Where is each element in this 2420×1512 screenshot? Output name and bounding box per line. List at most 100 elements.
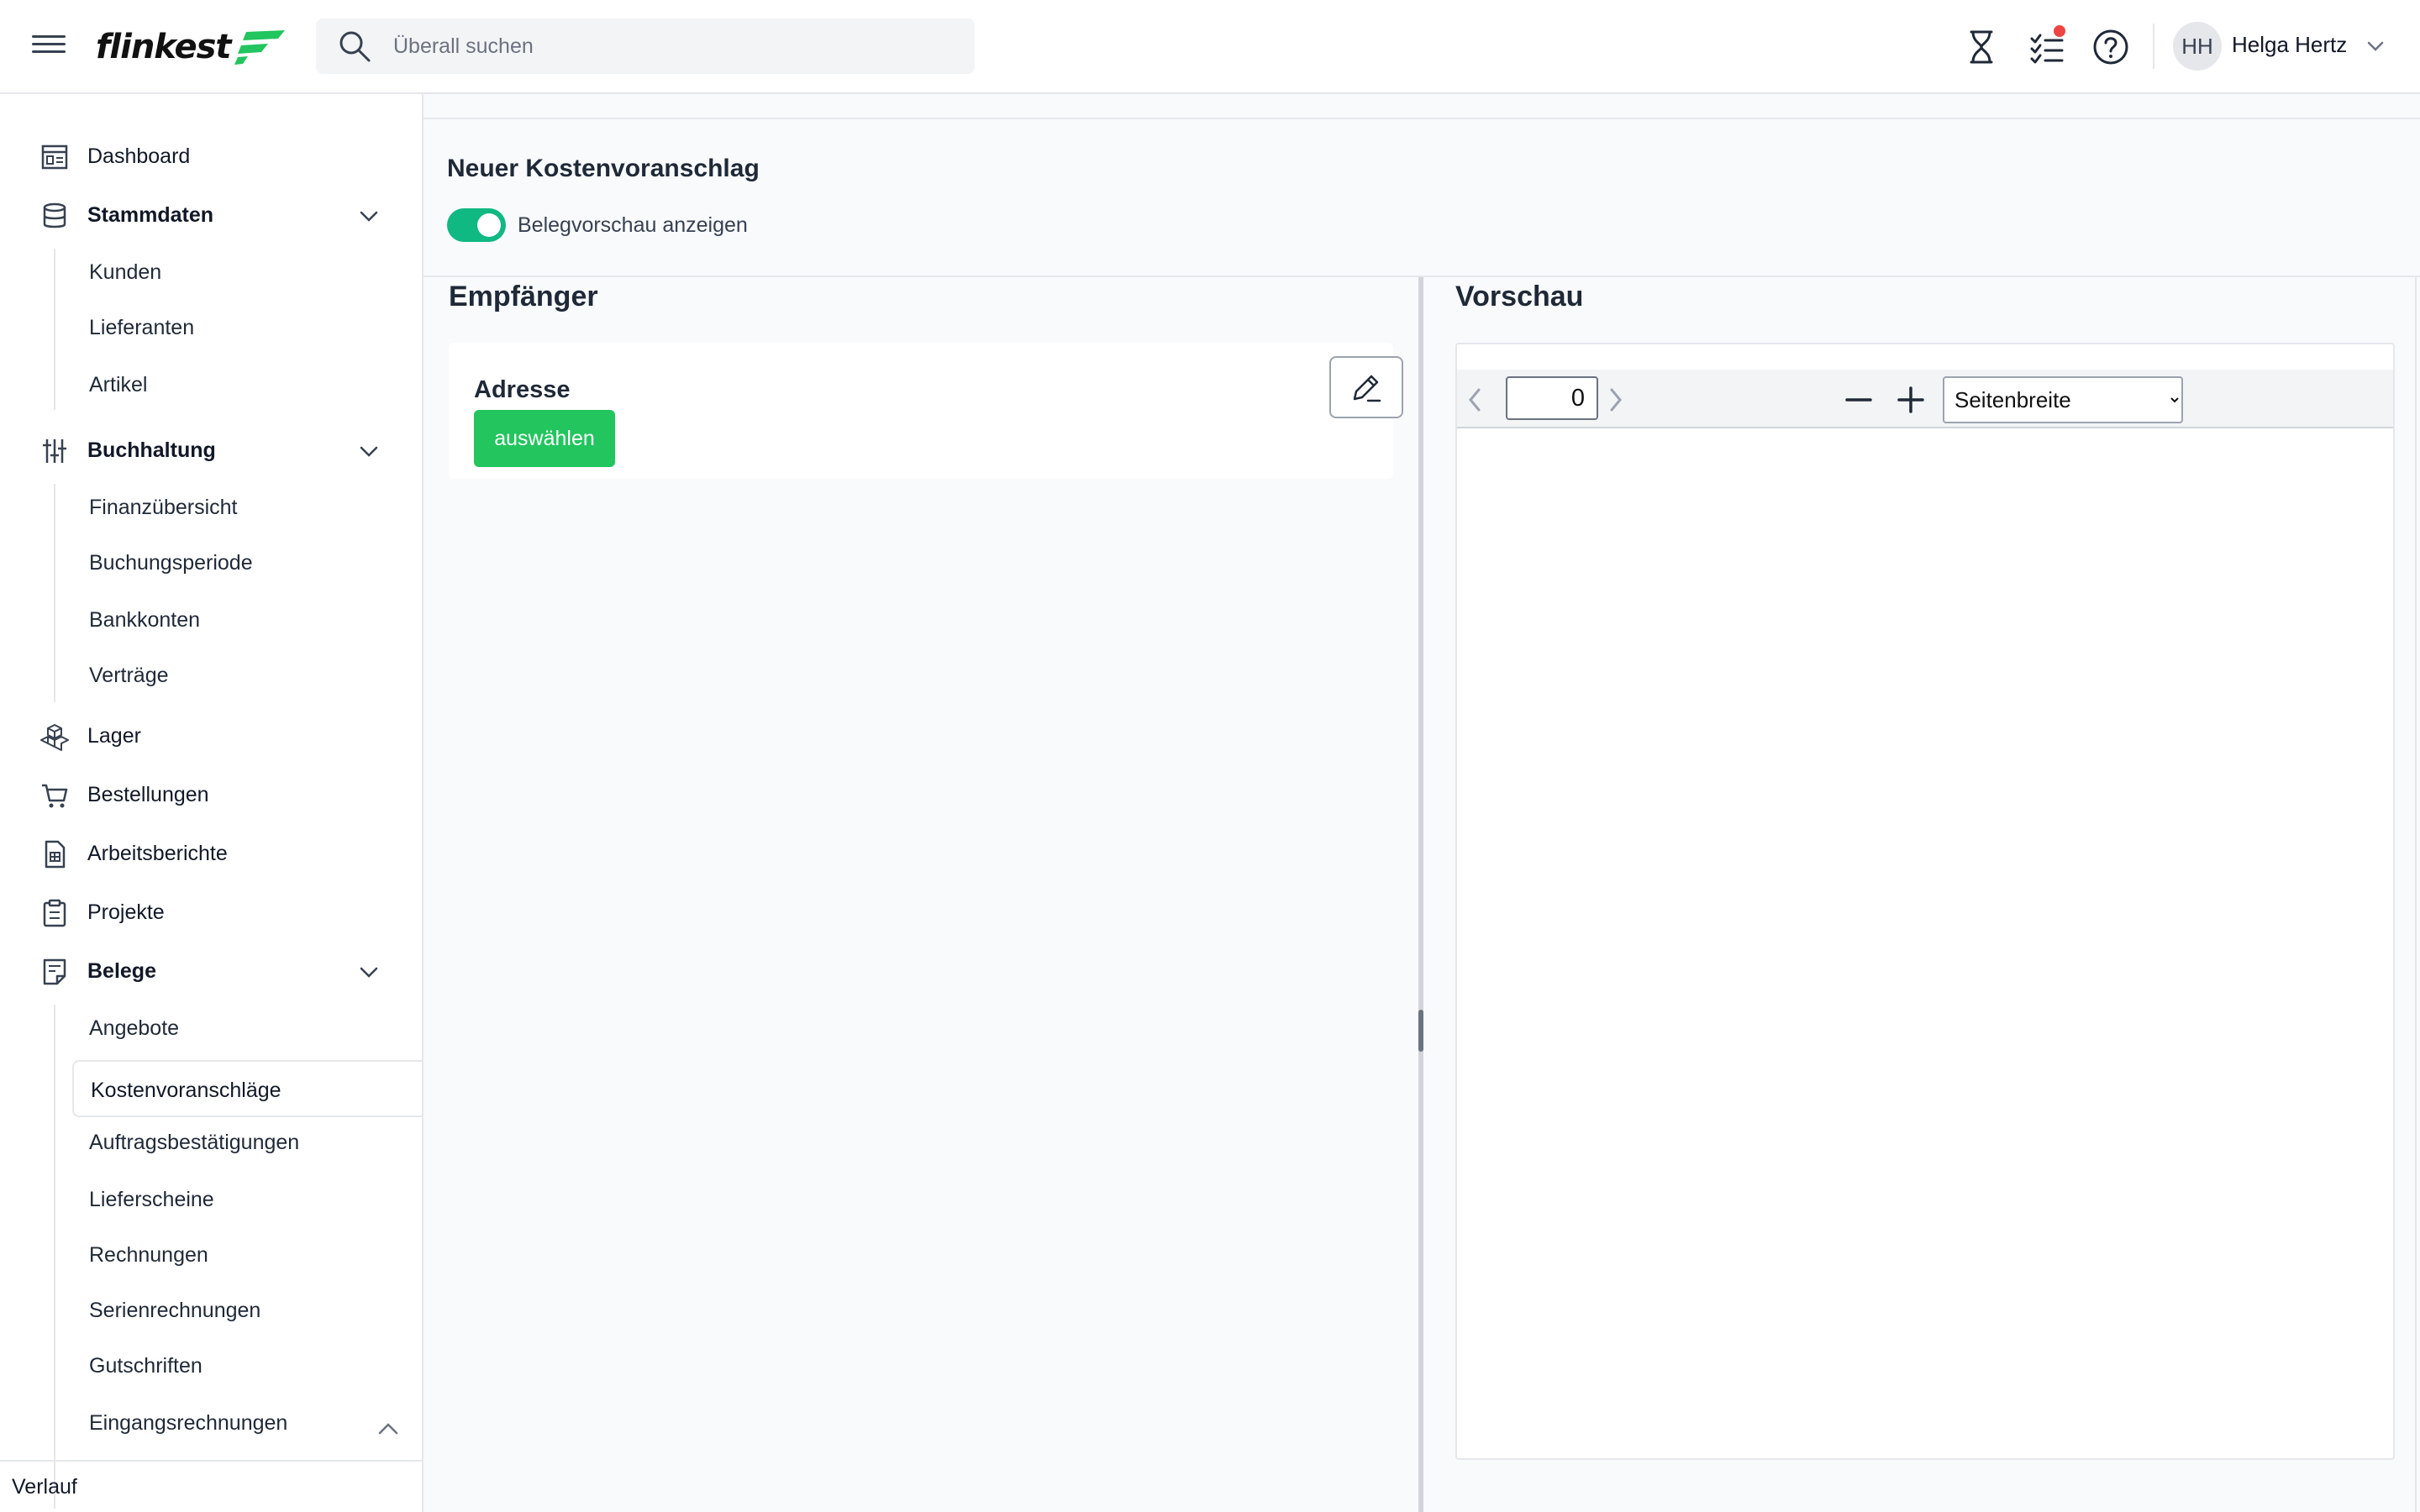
sidebar-label: Buchhaltung (87, 438, 216, 462)
chevron-down-icon[interactable] (358, 442, 380, 460)
logo[interactable]: flinkest (96, 24, 288, 71)
document-icon (43, 958, 66, 985)
user-name[interactable]: Helga Hertz (2232, 32, 2347, 58)
sidebar-item-rechnungen[interactable]: Rechnungen (72, 1231, 422, 1278)
sidebar-label: Buchungsperiode (89, 551, 253, 575)
divider (2415, 277, 2417, 1512)
report-icon (45, 840, 66, 869)
history-bar[interactable]: Verlauf (0, 1460, 422, 1512)
submenu-guide (54, 249, 55, 410)
chevron-up-icon[interactable] (376, 1420, 400, 1438)
sidebar-item-eingangsrechnungen[interactable]: Eingangsrechnungen (72, 1399, 422, 1446)
chevron-left-icon[interactable] (1465, 386, 1484, 413)
sidebar-label: Lieferanten (89, 316, 195, 339)
edit-button[interactable] (1329, 356, 1403, 418)
pencil-icon (1353, 375, 1381, 402)
top-bar: flinkest HH Helga Hertz (0, 0, 2420, 94)
address-card: Adresse auswählen (449, 343, 1403, 479)
submenu-guide (54, 484, 55, 702)
sidebar-item-angebote[interactable]: Angebote (72, 1005, 422, 1052)
sidebar-label: Finanzübersicht (89, 496, 238, 519)
sidebar-item-auftragsbestaetigungen[interactable]: Auftragsbestätigungen (72, 1119, 422, 1166)
notification-dot (2054, 25, 2065, 37)
avatar-initials: HH (2181, 33, 2213, 59)
help-icon[interactable] (2091, 27, 2131, 67)
menu-icon[interactable] (32, 30, 66, 64)
logo-text: flinkest (96, 28, 232, 66)
sidebar-label: Stammdaten (87, 203, 214, 227)
chevron-down-icon[interactable] (358, 963, 380, 981)
sidebar-label: Verträge (89, 664, 169, 687)
chevron-right-icon[interactable] (1607, 386, 1625, 413)
sidebar-label: Rechnungen (89, 1243, 208, 1267)
sidebar-label: Belege (87, 959, 156, 983)
zoom-in-icon[interactable] (1896, 385, 1926, 415)
pdf-viewer: Seitenbreite (1455, 343, 2395, 1460)
sidebar-label: Bestellungen (87, 783, 209, 806)
sidebar-label: Auftragsbestätigungen (89, 1131, 300, 1154)
page-title: Neuer Kostenvoranschlag (447, 155, 760, 182)
boxes-icon (40, 724, 69, 751)
search-icon (339, 31, 371, 62)
toggle-knob (477, 213, 501, 237)
page-number-input[interactable] (1506, 376, 1598, 420)
sidebar-item-kunden[interactable]: Kunden (72, 249, 422, 296)
sidebar-label: Dashboard (87, 144, 191, 168)
splitter-handle[interactable] (1418, 1010, 1423, 1052)
sidebar-item-buchungsperiode[interactable]: Buchungsperiode (72, 539, 422, 586)
recipient-title: Empfänger (449, 281, 598, 312)
chevron-down-icon[interactable] (358, 207, 380, 225)
zoom-select[interactable]: Seitenbreite (1943, 376, 2183, 423)
database-icon (43, 202, 66, 228)
select-address-button[interactable]: auswählen (474, 410, 615, 467)
sidebar-label: Bankkonten (89, 608, 201, 632)
zoom-out-icon[interactable] (1844, 385, 1874, 415)
sidebar-item-buchhaltung[interactable]: Buchhaltung (0, 425, 422, 475)
divider (424, 118, 2420, 119)
sidebar-item-belege[interactable]: Belege (0, 946, 422, 996)
preview-toggle-label: Belegvorschau anzeigen (518, 213, 748, 237)
main-content: Neuer Kostenvoranschlag Belegvorschau an… (424, 94, 2420, 1512)
sidebar-label: Kostenvoranschläge (91, 1079, 281, 1102)
chevron-down-icon[interactable] (2366, 37, 2385, 55)
sidebar: Dashboard Stammdaten Kunden Lieferanten … (0, 94, 424, 1512)
sidebar-label: Artikel (89, 373, 148, 396)
search-input[interactable] (393, 34, 948, 59)
address-label: Adresse (474, 376, 571, 403)
sidebar-item-lager[interactable]: Lager (0, 711, 422, 761)
hourglass-icon[interactable] (1961, 27, 2002, 67)
pdf-toolbar: Seitenbreite (1457, 370, 2393, 428)
header-divider (2153, 24, 2154, 69)
dashboard-icon (41, 144, 68, 170)
sidebar-label: Angebote (89, 1016, 180, 1040)
sidebar-label: Eingangsrechnungen (89, 1411, 288, 1435)
sidebar-item-artikel[interactable]: Artikel (72, 361, 422, 408)
sidebar-item-kostenvoranschlaege[interactable]: Kostenvoranschläge (72, 1060, 422, 1117)
avatar[interactable]: HH (2173, 22, 2222, 71)
sidebar-label: Gutschriften (89, 1354, 203, 1378)
sidebar-item-lieferscheine[interactable]: Lieferscheine (72, 1176, 422, 1223)
logo-mark-icon (234, 30, 285, 65)
sidebar-item-bestellungen[interactable]: Bestellungen (0, 769, 422, 820)
history-label: Verlauf (12, 1475, 77, 1499)
sidebar-item-projekte[interactable]: Projekte (0, 887, 422, 937)
sidebar-label: Lager (87, 724, 141, 748)
sidebar-item-dashboard[interactable]: Dashboard (0, 131, 422, 181)
sidebar-item-bankkonten[interactable]: Bankkonten (72, 596, 422, 643)
panel-splitter[interactable] (1418, 277, 1423, 1512)
sidebar-label: Lieferscheine (89, 1188, 214, 1211)
clipboard-icon (43, 899, 66, 927)
sidebar-item-serienrechnungen[interactable]: Serienrechnungen (72, 1287, 422, 1334)
sidebar-item-lieferanten[interactable]: Lieferanten (72, 304, 422, 351)
preview-title: Vorschau (1455, 281, 1584, 312)
sidebar-item-stammdaten[interactable]: Stammdaten (0, 190, 422, 240)
sidebar-item-vertraege[interactable]: Verträge (72, 652, 422, 699)
submenu-guide (54, 1005, 55, 1509)
global-search[interactable] (316, 18, 975, 74)
preview-toggle[interactable] (447, 208, 506, 242)
sidebar-label: Serienrechnungen (89, 1299, 261, 1322)
sidebar-item-arbeitsberichte[interactable]: Arbeitsberichte (0, 828, 422, 879)
sliders-icon (43, 439, 66, 463)
sidebar-item-gutschriften[interactable]: Gutschriften (72, 1342, 422, 1389)
sidebar-item-finanzuebersicht[interactable]: Finanzübersicht (72, 484, 422, 531)
